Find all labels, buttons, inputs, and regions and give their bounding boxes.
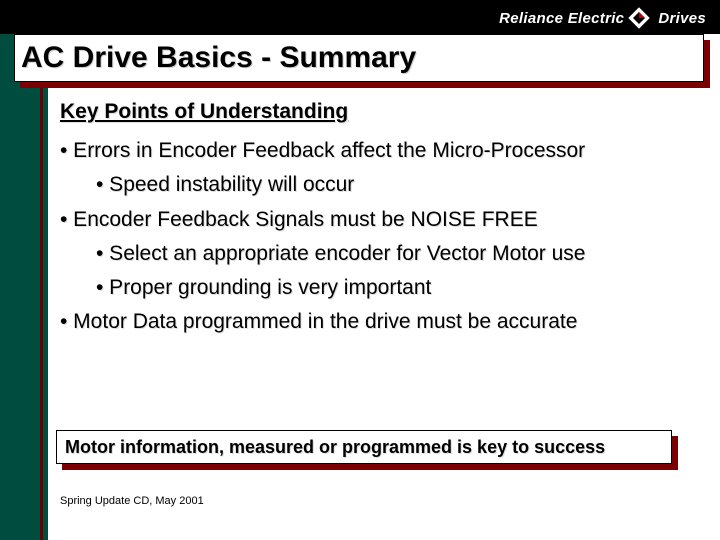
bullet-level-1: • Encoder Feedback Signals must be NOISE… bbox=[60, 207, 700, 233]
bullet-level-1: • Errors in Encoder Feedback affect the … bbox=[60, 138, 700, 164]
brand-suffix: Drives bbox=[658, 10, 706, 27]
left-accent-rule bbox=[40, 48, 43, 540]
bullet-level-2: • Proper grounding is very important bbox=[96, 275, 700, 301]
bullet-level-2: • Speed instability will occur bbox=[96, 172, 700, 198]
footer-text: Spring Update CD, May 2001 bbox=[60, 495, 204, 507]
bullet-level-1: • Motor Data programmed in the drive mus… bbox=[60, 309, 700, 335]
brand-prefix: Reliance Electric bbox=[499, 10, 624, 27]
brand-logo-icon bbox=[627, 6, 651, 30]
brand-block: Reliance Electric Drives bbox=[499, 6, 706, 30]
bullet-level-2: • Select an appropriate encoder for Vect… bbox=[96, 241, 700, 267]
header-bar: Reliance Electric Drives bbox=[0, 0, 720, 34]
slide-title: AC Drive Basics - Summary bbox=[21, 41, 416, 75]
callout-text: Motor information, measured or programme… bbox=[65, 437, 605, 458]
callout-box: Motor information, measured or programme… bbox=[56, 430, 672, 464]
content-area: Key Points of Understanding • Errors in … bbox=[60, 100, 700, 344]
title-box: AC Drive Basics - Summary bbox=[14, 34, 704, 82]
subheading: Key Points of Understanding bbox=[60, 100, 700, 124]
